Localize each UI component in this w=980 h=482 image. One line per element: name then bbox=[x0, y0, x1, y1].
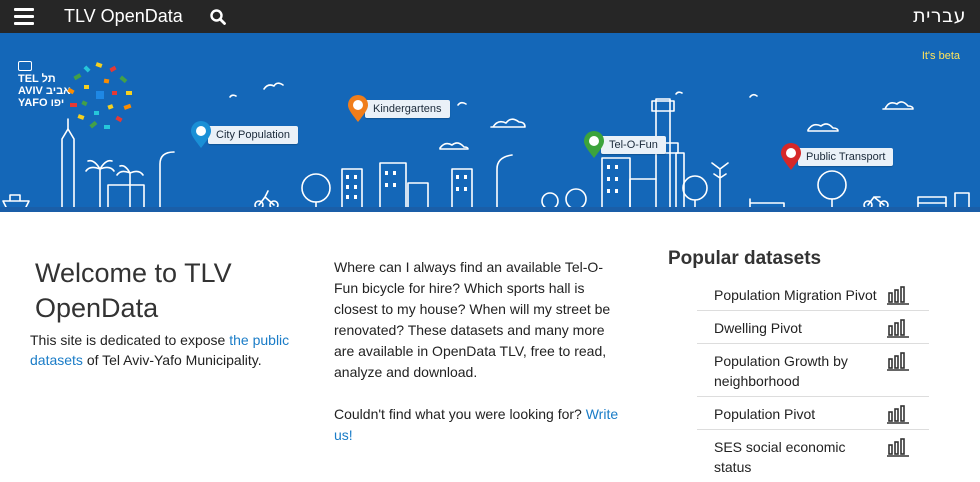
map-pin-icon bbox=[781, 143, 801, 170]
bar-chart-icon[interactable] bbox=[887, 437, 909, 457]
dataset-item[interactable]: Population Growth by neighborhood bbox=[697, 344, 929, 397]
pin-label-public-transport[interactable]: Public Transport bbox=[798, 148, 894, 166]
language-switch-link[interactable]: עברית bbox=[913, 5, 966, 27]
dataset-item[interactable]: SES social economic status bbox=[697, 430, 929, 482]
map-pin-icon bbox=[348, 95, 368, 122]
top-navigation-bar: TLV OpenData עברית bbox=[0, 0, 980, 33]
bar-chart-icon[interactable] bbox=[887, 404, 909, 424]
pin-kindergartens[interactable]: Kindergartens bbox=[347, 95, 450, 123]
dataset-name[interactable]: Population Growth by neighborhood bbox=[714, 351, 879, 391]
dataset-item[interactable]: Population Pivot bbox=[697, 397, 929, 430]
pin-label-kindergartens[interactable]: Kindergartens bbox=[365, 100, 450, 118]
banner-bottom-strip bbox=[0, 207, 980, 212]
dataset-name[interactable]: Population Pivot bbox=[714, 404, 879, 424]
pin-label-city-population[interactable]: City Population bbox=[208, 126, 298, 144]
pin-tel-o-fun[interactable]: Tel-O-Fun bbox=[583, 131, 666, 159]
dataset-item[interactable]: Population Migration Pivot bbox=[697, 278, 929, 311]
bar-chart-icon[interactable] bbox=[887, 318, 909, 338]
intro-text: This site is dedicated to expose the pub… bbox=[30, 332, 290, 368]
hamburger-icon[interactable] bbox=[14, 8, 34, 25]
dataset-name[interactable]: Dwelling Pivot bbox=[714, 318, 879, 338]
bar-chart-icon[interactable] bbox=[887, 351, 909, 371]
map-pin-icon bbox=[191, 121, 211, 148]
site-brand[interactable]: TLV OpenData bbox=[64, 6, 183, 27]
welcome-title: Welcome to TLV OpenData bbox=[35, 258, 232, 323]
contact-paragraph: Couldn't find what you were looking for?… bbox=[334, 406, 619, 443]
dataset-item[interactable]: Dwelling Pivot bbox=[697, 311, 929, 344]
pin-city-population[interactable]: City Population bbox=[190, 121, 298, 149]
popular-datasets-list: Population Migration Pivot Dwelling Pivo… bbox=[697, 278, 929, 482]
pin-label-tel-o-fun[interactable]: Tel-O-Fun bbox=[601, 136, 666, 154]
bar-chart-icon[interactable] bbox=[887, 285, 909, 305]
pin-public-transport[interactable]: Public Transport bbox=[780, 143, 894, 171]
confetti-logo-icon bbox=[67, 62, 132, 129]
search-icon[interactable] bbox=[209, 8, 227, 26]
dataset-name[interactable]: SES social economic status bbox=[714, 437, 879, 477]
beta-badge: It's beta bbox=[921, 50, 960, 62]
dataset-name[interactable]: Population Migration Pivot bbox=[714, 285, 879, 305]
hero-banner: It's beta TEL תל AVIV אביב YAFO יפו City… bbox=[0, 33, 980, 212]
city-skyline-illustration bbox=[0, 82, 980, 210]
description-paragraph: Where can I always find an available Tel… bbox=[334, 259, 611, 380]
popular-datasets-title: Popular datasets bbox=[668, 248, 822, 269]
tel-aviv-yafo-logo[interactable]: TEL תל AVIV אביב YAFO יפו bbox=[18, 61, 138, 151]
site-description: Where can I always find an available Tel… bbox=[334, 257, 619, 467]
map-pin-icon bbox=[584, 131, 604, 158]
city-emblem-icon bbox=[18, 61, 32, 71]
